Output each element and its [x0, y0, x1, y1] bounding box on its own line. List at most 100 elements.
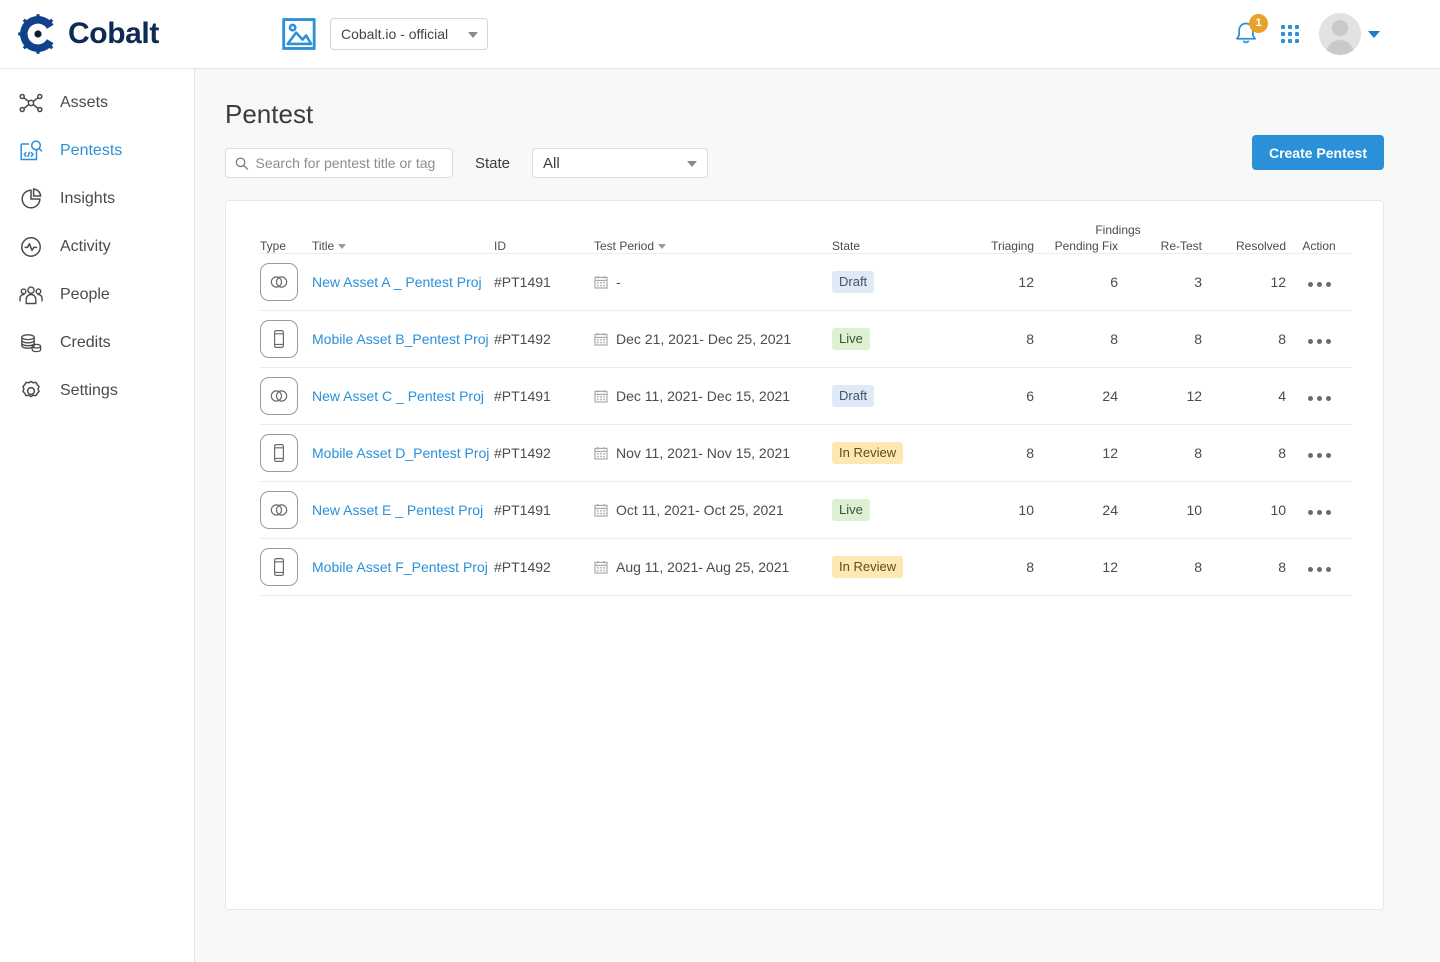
sidebar-item-people[interactable]: People — [0, 271, 194, 319]
sidebar-item-assets[interactable]: Assets — [0, 79, 194, 127]
apps-grid-dot — [1281, 32, 1285, 36]
sidebar: Assets Pentests Insights — [0, 69, 195, 962]
table-row[interactable]: New Asset E _ Pentest Proj #PT1491 Oct 11,… — [260, 482, 1352, 539]
sidebar-item-label: Assets — [60, 94, 108, 112]
pentest-title-link[interactable]: New Asset E _ Pentest Proj — [312, 502, 483, 518]
cell-test-period: Nov 11, 2021- Nov 15, 2021 — [594, 425, 832, 482]
cell-action — [1286, 311, 1352, 368]
org-picker[interactable]: Cobalt.io - official — [282, 18, 488, 50]
column-header-pending-fix: Pending Fix — [1034, 239, 1118, 254]
test-period-text: Oct 11, 2021- Oct 25, 2021 — [616, 502, 784, 518]
pentests-card: Findings Type Title ID Test Period S — [225, 200, 1384, 910]
cell-re-test: 8 — [1118, 425, 1202, 482]
cell-id: #PT1491 — [494, 482, 594, 539]
mobile-asset-icon — [268, 556, 290, 578]
sidebar-item-pentests[interactable]: Pentests — [0, 127, 194, 175]
mobile-asset-icon — [268, 328, 290, 350]
apps-grid-dot — [1295, 39, 1299, 43]
apps-grid-dot — [1295, 25, 1299, 29]
cell-test-period: Dec 11, 2021- Dec 15, 2021 — [594, 368, 832, 425]
column-header-test-period-label: Test Period — [594, 239, 654, 253]
cell-action — [1286, 539, 1352, 596]
more-options-icon[interactable] — [1308, 453, 1331, 458]
pentest-title-link[interactable]: Mobile Asset F_Pentest Proj — [312, 559, 488, 575]
column-header-action: Action — [1286, 239, 1352, 254]
cell-re-test: 8 — [1118, 539, 1202, 596]
column-header-type: Type — [260, 239, 312, 254]
column-header-title[interactable]: Title — [312, 239, 494, 254]
column-header-resolved: Resolved — [1202, 239, 1286, 254]
more-options-icon[interactable] — [1308, 567, 1331, 572]
apps-grid-icon[interactable] — [1281, 25, 1299, 43]
credits-coins-icon — [18, 330, 44, 356]
sidebar-item-insights[interactable]: Insights — [0, 175, 194, 223]
more-options-icon[interactable] — [1308, 510, 1331, 515]
cell-type — [260, 539, 312, 596]
pentest-title-link[interactable]: Mobile Asset D_Pentest Proj — [312, 445, 489, 461]
sort-caret-icon[interactable] — [338, 244, 346, 249]
search-input[interactable] — [256, 155, 443, 171]
table-row[interactable]: Mobile Asset B_Pentest Proj#PT1492Dec 21… — [260, 311, 1352, 368]
pentest-title-link[interactable]: New Asset A _ Pentest Proj — [312, 274, 482, 290]
cell-resolved: 10 — [1202, 482, 1286, 539]
more-options-icon[interactable] — [1308, 396, 1331, 401]
more-options-icon[interactable] — [1308, 339, 1331, 344]
cell-re-test: 12 — [1118, 368, 1202, 425]
column-header-title-label: Title — [312, 239, 334, 253]
sort-caret-icon[interactable] — [658, 244, 666, 249]
cobalt-gear-logo — [18, 14, 58, 54]
table-row[interactable]: New Asset A _ Pentest Proj#PT1491-Draft1… — [260, 254, 1352, 311]
org-select[interactable]: Cobalt.io - official — [330, 18, 488, 50]
asset-type-badge — [260, 263, 298, 301]
cell-title: Mobile Asset B_Pentest Proj — [312, 311, 494, 368]
more-options-icon[interactable] — [1308, 282, 1331, 287]
cell-resolved: 4 — [1202, 368, 1286, 425]
cell-test-period: - — [594, 254, 832, 311]
cell-state: In Review — [832, 539, 950, 596]
state-filter-select[interactable]: All — [532, 148, 708, 178]
notification-count-badge: 1 — [1249, 14, 1268, 33]
calendar-icon — [594, 446, 608, 460]
cell-pending-fix: 24 — [1034, 482, 1118, 539]
pentests-code-search-icon — [18, 138, 44, 164]
table-row[interactable]: New Asset C _ Pentest Proj#PT1491Dec 11,… — [260, 368, 1352, 425]
cell-state: Draft — [832, 368, 950, 425]
test-period-text: Dec 11, 2021- Dec 15, 2021 — [616, 388, 790, 404]
settings-gear-icon — [18, 378, 44, 404]
image-placeholder-icon[interactable] — [282, 18, 316, 50]
web-asset-icon — [268, 499, 290, 521]
chevron-down-icon[interactable] — [1368, 31, 1380, 38]
pentest-title-link[interactable]: New Asset C _ Pentest Proj — [312, 388, 484, 404]
cell-state: Draft — [832, 254, 950, 311]
activity-pulse-icon — [18, 234, 44, 260]
sidebar-item-activity[interactable]: Activity — [0, 223, 194, 271]
table-row[interactable]: Mobile Asset D_Pentest Proj#PT1492Nov 11… — [260, 425, 1352, 482]
test-period-value: Aug 11, 2021- Aug 25, 2021 — [594, 559, 832, 575]
table-row[interactable]: Mobile Asset F_Pentest Proj#PT1492Aug 11… — [260, 539, 1352, 596]
cell-triaging: 10 — [950, 482, 1034, 539]
user-menu[interactable] — [1319, 13, 1380, 55]
sidebar-item-settings[interactable]: Settings — [0, 367, 194, 415]
asset-type-badge — [260, 548, 298, 586]
calendar-icon — [594, 560, 608, 574]
table-head: Findings Type Title ID Test Period S — [260, 201, 1352, 254]
status-badge: Draft — [832, 385, 874, 407]
brand[interactable]: Cobalt — [18, 14, 268, 54]
create-pentest-button[interactable]: Create Pentest — [1252, 135, 1384, 170]
insights-pie-chart-icon — [18, 186, 44, 212]
avatar-body — [1326, 40, 1354, 55]
cell-id: #PT1492 — [494, 311, 594, 368]
calendar-icon — [594, 275, 608, 289]
column-header-test-period[interactable]: Test Period — [594, 239, 832, 254]
search-icon — [235, 156, 249, 171]
top-bar-right: 1 — [1231, 13, 1422, 55]
sidebar-item-credits[interactable]: Credits — [0, 319, 194, 367]
pentest-title-link[interactable]: Mobile Asset B_Pentest Proj — [312, 331, 489, 347]
avatar[interactable] — [1319, 13, 1361, 55]
cell-type — [260, 254, 312, 311]
column-header-state: State — [832, 239, 950, 254]
status-badge: In Review — [832, 556, 903, 578]
search-box[interactable] — [225, 148, 453, 178]
notifications-button[interactable]: 1 — [1231, 19, 1261, 49]
body: Assets Pentests Insights — [0, 69, 1440, 962]
